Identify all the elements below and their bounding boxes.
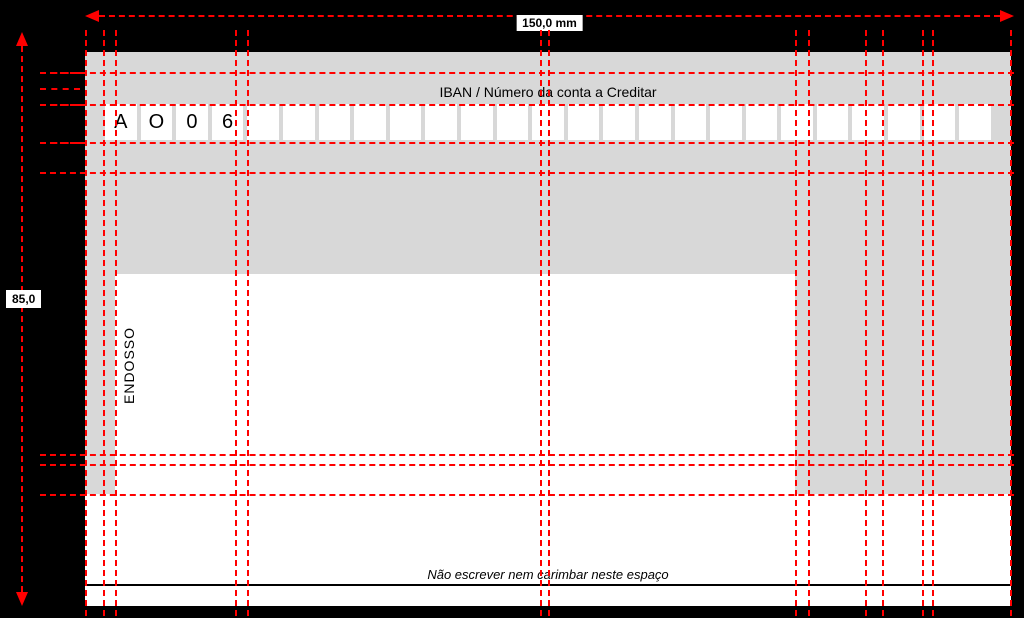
iban-cell — [817, 104, 849, 140]
guide-horizontal — [40, 454, 1014, 456]
guide-horizontal — [40, 172, 1014, 174]
iban-cell — [888, 104, 920, 140]
iban-cell: O — [141, 104, 173, 140]
guide-vertical — [808, 30, 810, 616]
dimension-top: 150,0 mm — [85, 4, 1014, 28]
dimension-left: 85,0 — [10, 32, 34, 606]
iban-cell — [319, 104, 351, 140]
iban-cell — [283, 104, 315, 140]
arrow-up-icon — [16, 32, 28, 46]
iban-cell — [924, 104, 956, 140]
guide-vertical — [865, 30, 867, 616]
guide-horizontal — [40, 142, 1014, 144]
guide-vertical — [235, 30, 237, 616]
tick-mark — [40, 104, 80, 106]
dimension-line-vertical — [21, 46, 23, 592]
iban-cell — [852, 104, 884, 140]
iban-cell — [497, 104, 529, 140]
guide-vertical — [932, 30, 934, 616]
iban-cell — [639, 104, 671, 140]
guide-vertical — [540, 30, 542, 616]
iban-cell — [354, 104, 386, 140]
tick-mark — [40, 142, 80, 144]
guide-vertical — [247, 30, 249, 616]
guide-horizontal — [40, 104, 1014, 106]
iban-cell: 0 — [176, 104, 208, 140]
guide-vertical — [922, 30, 924, 616]
guide-horizontal — [40, 494, 1014, 496]
tick-mark — [40, 88, 80, 90]
iban-cell — [675, 104, 707, 140]
guide-vertical — [103, 30, 105, 616]
iban-cell — [390, 104, 422, 140]
guide-horizontal — [40, 464, 1014, 466]
iban-cell: A — [105, 104, 137, 140]
arrow-down-icon — [16, 592, 28, 606]
dimension-height-label: 85,0 — [6, 290, 41, 308]
iban-cell — [959, 104, 991, 140]
tick-mark — [40, 72, 80, 74]
guide-vertical — [85, 30, 87, 616]
iban-cell — [247, 104, 279, 140]
guide-vertical — [882, 30, 884, 616]
guide-vertical — [548, 30, 550, 616]
dimension-width-label: 150,0 mm — [516, 15, 583, 31]
iban-cell — [603, 104, 635, 140]
endosso-area — [115, 274, 795, 564]
iban-cell — [710, 104, 742, 140]
guide-vertical — [795, 30, 797, 616]
iban-cell: 6 — [212, 104, 244, 140]
iban-cell — [568, 104, 600, 140]
guide-vertical — [1010, 30, 1012, 616]
guide-horizontal — [40, 72, 1014, 74]
iban-cell — [461, 104, 493, 140]
arrow-left-icon — [85, 10, 99, 22]
iban-cell — [425, 104, 457, 140]
arrow-right-icon — [1000, 10, 1014, 22]
dimension-line-horizontal: 150,0 mm — [99, 15, 1000, 17]
iban-cell — [746, 104, 778, 140]
guide-vertical — [115, 30, 117, 616]
endosso-label: ENDOSSO — [121, 327, 137, 404]
